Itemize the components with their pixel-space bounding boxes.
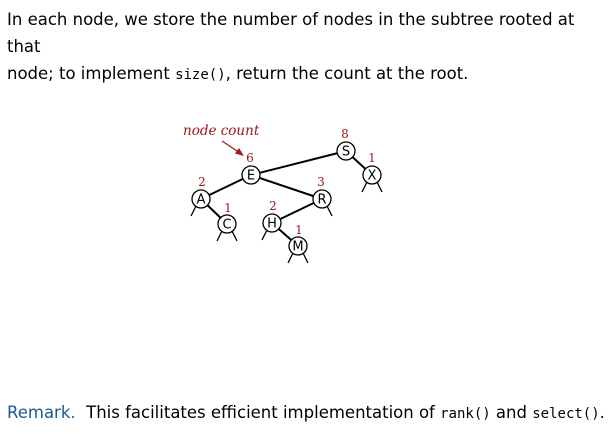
rank-code: rank(): [440, 406, 491, 422]
node-count-label: 1: [295, 223, 303, 237]
node-key: R: [317, 193, 326, 208]
edge-e-r: [250, 174, 323, 200]
node-key: H: [267, 217, 277, 232]
tree-node-e: E6: [241, 151, 261, 185]
node-count-label: 2: [269, 199, 277, 213]
tree-node-x: X1: [362, 151, 382, 185]
select-code: select(): [532, 406, 600, 422]
node-key: M: [292, 240, 303, 255]
node-key: S: [342, 145, 350, 160]
node-key: C: [222, 218, 231, 233]
node-count-label: 1: [368, 151, 376, 165]
node-count-label: 3: [317, 175, 325, 189]
null-link-m-right: [302, 252, 309, 264]
node-count-label: 6: [246, 151, 254, 165]
tree-node-a: A2: [191, 175, 211, 209]
null-link-x-right: [376, 181, 383, 193]
remark-label: Remark.: [7, 403, 76, 422]
node-key: E: [247, 169, 255, 184]
remark-text-mid: and: [490, 403, 533, 422]
null-link-a-left: [190, 205, 197, 217]
null-link-h-left: [261, 229, 268, 241]
node-count-label: 2: [198, 175, 206, 189]
remark-text-suffix: .: [599, 403, 605, 422]
callout-arrowhead: [235, 148, 244, 156]
callout-label: node count: [183, 123, 260, 139]
null-link-m-left: [287, 252, 294, 264]
tree-node-c: C1: [217, 201, 237, 234]
tree-node-s: S8: [336, 127, 356, 161]
tree-node-m: M1: [288, 223, 308, 256]
bst-diagram: S8E6X1A2R3C1H2M1 node count: [183, 123, 383, 264]
remark-paragraph: Remark. This facilitates efficient imple…: [7, 401, 612, 426]
node-count-label: 1: [224, 201, 232, 215]
null-link-c-left: [216, 230, 223, 242]
edge-s-e: [250, 150, 347, 176]
tree-node-r: R3: [312, 175, 332, 209]
null-link-x-left: [361, 181, 368, 193]
node-count-label: 8: [341, 127, 349, 141]
null-link-c-right: [231, 230, 238, 242]
remark-text-prefix: This facilitates efficient implementatio…: [75, 403, 441, 422]
node-key: A: [197, 193, 206, 208]
tree-node-h: H2: [262, 199, 282, 233]
node-key: X: [368, 169, 377, 184]
null-link-r-right: [326, 205, 333, 217]
